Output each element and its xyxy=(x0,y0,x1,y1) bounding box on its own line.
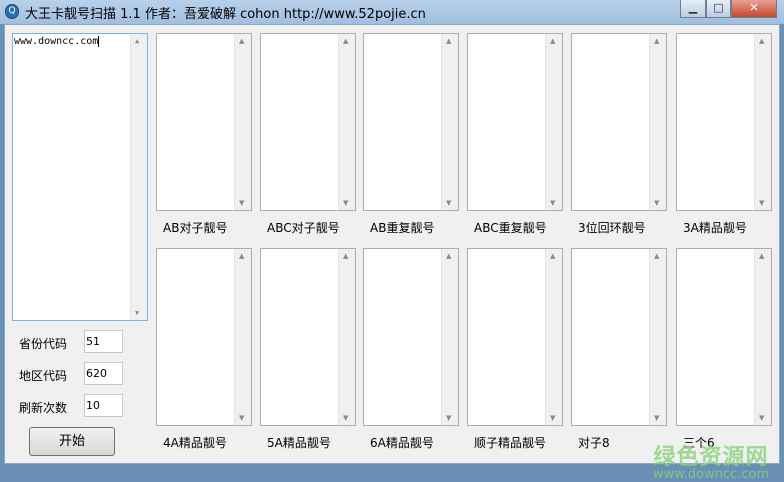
scrollbar[interactable]: ▲ ▼ xyxy=(754,249,771,425)
scrollbar[interactable]: ▲ ▼ xyxy=(545,249,562,425)
scrollbar[interactable]: ▲ ▼ xyxy=(754,34,771,210)
app-icon: Q xyxy=(5,4,19,19)
scroll-up-icon[interactable]: ▲ xyxy=(239,37,244,45)
scroll-down-icon[interactable]: ▼ xyxy=(654,414,659,422)
scrollbar[interactable]: ▲ ▼ xyxy=(234,249,251,425)
result-textarea[interactable]: ▲ ▼ xyxy=(467,248,563,426)
result-label: 4A精品靓号 xyxy=(163,436,227,450)
scroll-up-icon[interactable]: ▲ xyxy=(446,37,451,45)
scrollbar[interactable]: ▲ ▼ xyxy=(234,34,251,210)
scroll-up-icon[interactable]: ▲ xyxy=(343,37,348,45)
result-textarea[interactable]: ▲ ▼ xyxy=(260,33,356,211)
result-label: AB对子靓号 xyxy=(163,221,228,235)
result-label: AB重复靓号 xyxy=(370,221,435,235)
result-label: 6A精品靓号 xyxy=(370,436,434,450)
result-label: 3A精品靓号 xyxy=(683,221,747,235)
scroll-down-icon[interactable]: ▼ xyxy=(343,199,348,207)
scroll-up-icon[interactable]: ▲ xyxy=(550,37,555,45)
scroll-down-icon[interactable]: ▼ xyxy=(239,414,244,422)
scroll-up-icon[interactable]: ▲ xyxy=(654,252,659,260)
result-label: 对子8 xyxy=(578,436,610,450)
scroll-up-icon[interactable]: ▲ xyxy=(446,252,451,260)
scroll-up-icon[interactable]: ▲ xyxy=(759,252,764,260)
scrollbar[interactable]: ▲ ▼ xyxy=(338,34,355,210)
scroll-up-icon[interactable]: ▲ xyxy=(343,252,348,260)
scroll-up-icon[interactable]: ▲ xyxy=(135,37,139,45)
scrollbar[interactable]: ▲ ▼ xyxy=(649,249,666,425)
result-textarea[interactable]: ▲ ▼ xyxy=(156,33,252,211)
result-label: 三个6 xyxy=(683,436,715,450)
province-code-label: 省份代码 xyxy=(19,337,68,351)
scroll-down-icon[interactable]: ▼ xyxy=(239,199,244,207)
result-textarea[interactable]: ▲ ▼ xyxy=(571,248,667,426)
start-button[interactable]: 开始 xyxy=(29,427,115,456)
scroll-down-icon[interactable]: ▼ xyxy=(550,414,555,422)
refresh-count-input[interactable]: 10 xyxy=(84,394,123,417)
result-textarea[interactable]: ▲ ▼ xyxy=(363,33,459,211)
maximize-button[interactable]: □ xyxy=(706,0,731,18)
result-textarea[interactable]: ▲ ▼ xyxy=(676,33,772,211)
result-textarea[interactable]: ▲ ▼ xyxy=(571,33,667,211)
result-textarea[interactable]: ▲ ▼ xyxy=(363,248,459,426)
scrollbar[interactable]: ▲ ▼ xyxy=(130,34,147,320)
result-textarea[interactable]: ▲ ▼ xyxy=(260,248,356,426)
input-text: www.downcc.com xyxy=(14,36,99,47)
scroll-up-icon[interactable]: ▲ xyxy=(759,37,764,45)
scrollbar[interactable]: ▲ ▼ xyxy=(441,34,458,210)
result-textarea[interactable]: ▲ ▼ xyxy=(676,248,772,426)
minimize-button[interactable]: ▁ xyxy=(680,0,706,18)
result-label: 3位回环靓号 xyxy=(578,221,646,235)
scrollbar[interactable]: ▲ ▼ xyxy=(545,34,562,210)
scroll-down-icon[interactable]: ▼ xyxy=(446,199,451,207)
input-textarea[interactable]: www.downcc.com ▲ ▼ xyxy=(12,33,148,321)
province-code-input[interactable]: 51 xyxy=(84,330,123,353)
area-code-input[interactable]: 620 xyxy=(84,362,123,385)
scroll-down-icon[interactable]: ▼ xyxy=(550,199,555,207)
area-code-label: 地区代码 xyxy=(19,369,68,383)
result-label: 5A精品靓号 xyxy=(267,436,331,450)
result-label: ABC重复靓号 xyxy=(474,221,547,235)
scroll-down-icon[interactable]: ▼ xyxy=(135,309,139,317)
scrollbar[interactable]: ▲ ▼ xyxy=(441,249,458,425)
result-textarea[interactable]: ▲ ▼ xyxy=(467,33,563,211)
scroll-down-icon[interactable]: ▼ xyxy=(343,414,348,422)
refresh-count-label: 刷新次数 xyxy=(19,401,68,415)
main-panel: www.downcc.com ▲ ▼ 省份代码 51 地区代码 620 刷新次数 … xyxy=(4,24,780,482)
scroll-down-icon[interactable]: ▼ xyxy=(654,199,659,207)
scroll-down-icon[interactable]: ▼ xyxy=(759,199,764,207)
close-button[interactable]: ✕ xyxy=(731,0,777,18)
scroll-up-icon[interactable]: ▲ xyxy=(550,252,555,260)
window-title: 大王卡靓号扫描 1.1 作者：吾爱破解 cohon http://www.52p… xyxy=(25,7,426,22)
scroll-up-icon[interactable]: ▲ xyxy=(654,37,659,45)
scrollbar[interactable]: ▲ ▼ xyxy=(338,249,355,425)
result-textarea[interactable]: ▲ ▼ xyxy=(156,248,252,426)
scrollbar[interactable]: ▲ ▼ xyxy=(649,34,666,210)
scroll-up-icon[interactable]: ▲ xyxy=(239,252,244,260)
result-label: ABC对子靓号 xyxy=(267,221,340,235)
scroll-down-icon[interactable]: ▼ xyxy=(446,414,451,422)
title-bar: Q 大王卡靓号扫描 1.1 作者：吾爱破解 cohon http://www.5… xyxy=(0,0,784,24)
result-label: 顺子精品靓号 xyxy=(474,436,547,450)
scroll-down-icon[interactable]: ▼ xyxy=(759,414,764,422)
